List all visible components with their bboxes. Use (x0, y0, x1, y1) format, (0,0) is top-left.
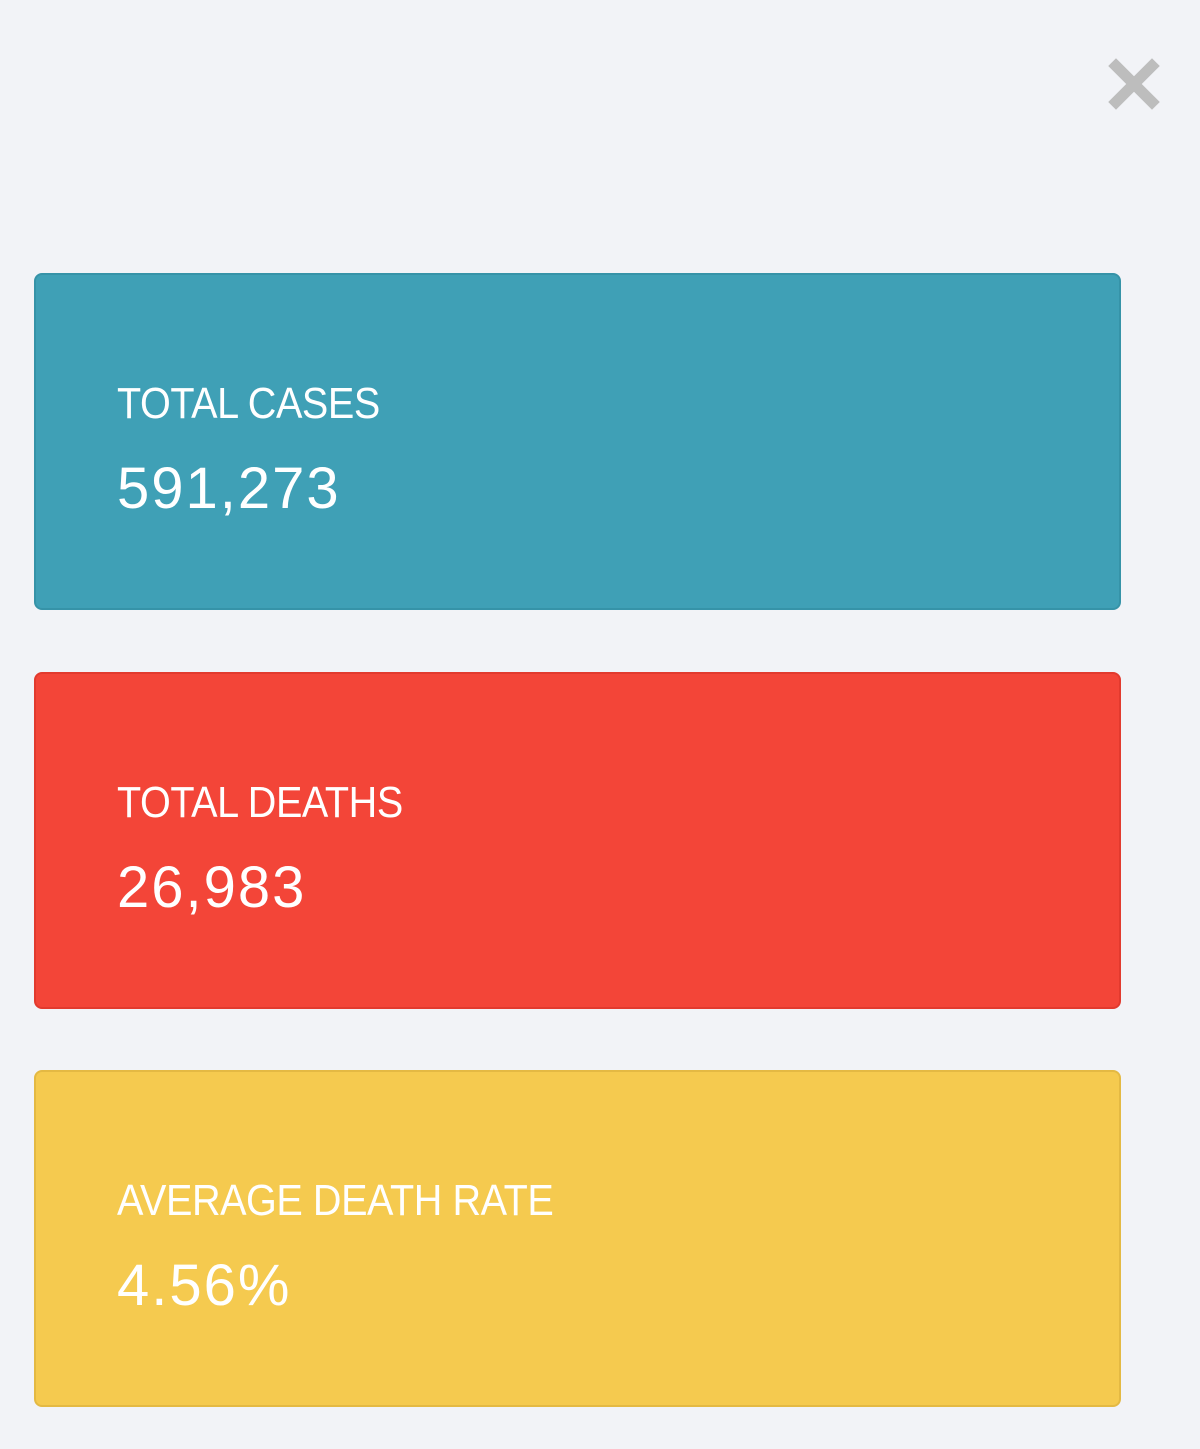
close-icon (1108, 58, 1160, 110)
total-deaths-value: 26,983 (117, 855, 307, 920)
close-button[interactable] (1102, 52, 1166, 116)
average-death-rate-card: AVERAGE DEATH RATE 4.56% (34, 1070, 1121, 1407)
total-cases-value: 591,273 (117, 456, 341, 521)
stats-panel: TOTAL CASES 591,273 TOTAL DEATHS 26,983 … (0, 0, 1200, 1449)
average-death-rate-value: 4.56% (117, 1253, 292, 1318)
total-cases-card: TOTAL CASES 591,273 (34, 273, 1121, 610)
total-deaths-label: TOTAL DEATHS (117, 778, 403, 827)
total-deaths-card: TOTAL DEATHS 26,983 (34, 672, 1121, 1009)
average-death-rate-label: AVERAGE DEATH RATE (117, 1176, 554, 1225)
total-cases-label: TOTAL CASES (117, 379, 380, 428)
